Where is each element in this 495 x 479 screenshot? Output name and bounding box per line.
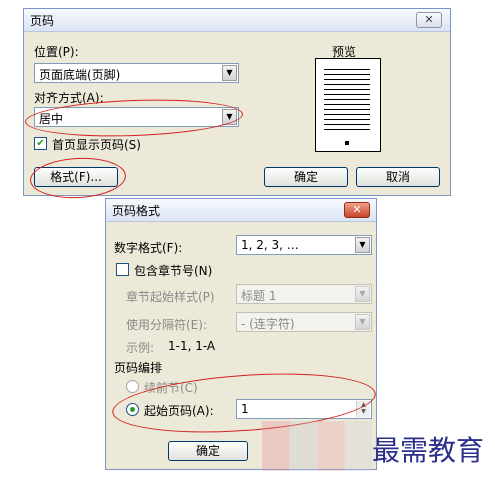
preview-line (324, 69, 370, 70)
preview-page-number (345, 141, 349, 145)
include-chapter-label: 包含章节号(N) (134, 264, 213, 278)
separator-value: - (连字符) (241, 317, 295, 331)
position-label: 位置(P): (34, 45, 79, 59)
example-label: 示例: (126, 341, 155, 355)
preview-line (324, 124, 370, 125)
chevron-down-icon: ▼ (355, 314, 370, 330)
preview-line (324, 104, 370, 105)
title-bar: 页码 ✕ (24, 9, 450, 32)
preview-line (324, 89, 370, 90)
separator-dropdown[interactable]: - (连字符) ▼ (236, 312, 372, 332)
close-icon: ✕ (352, 203, 362, 216)
number-format-value: 1, 2, 3, … (241, 238, 299, 252)
cancel-button-label: 取消 (385, 170, 410, 184)
separator-label: 使用分隔符(E): (126, 318, 207, 332)
preview-line (324, 74, 370, 75)
continue-radio[interactable] (126, 380, 139, 393)
close-button[interactable]: ✕ (416, 12, 442, 28)
chapter-style-value: 标题 1 (241, 289, 277, 303)
numbering-group-label: 页码编排 (114, 361, 163, 375)
watermark: 最需教育 (262, 415, 495, 479)
cancel-button[interactable]: 取消 (356, 167, 440, 187)
close-button[interactable]: ✕ (344, 202, 370, 218)
position-value: 页面底端(页脚) (39, 68, 121, 82)
watermark-text: 最需教育 (372, 434, 485, 467)
chevron-down-icon: ▼ (355, 237, 370, 253)
example-value: 1-1, 1-A (168, 339, 216, 353)
checkmark-icon: ✔ (36, 138, 45, 149)
preview-line (324, 94, 370, 95)
dialog-title: 页码 (30, 14, 55, 28)
ok-button[interactable]: 确定 (168, 441, 248, 461)
watermark-pattern (262, 421, 372, 471)
show-first-page-label: 首页显示页码(S) (52, 138, 141, 152)
chapter-style-label: 章节起始样式(P) (126, 290, 215, 304)
position-dropdown[interactable]: 页面底端(页脚) ▼ (34, 63, 239, 83)
show-first-page-checkbox[interactable]: ✔ (34, 137, 47, 150)
title-bar: 页码格式 ✕ (106, 199, 376, 222)
preview-page (315, 58, 381, 152)
chapter-style-dropdown[interactable]: 标题 1 ▼ (236, 284, 372, 304)
preview-line (324, 109, 370, 110)
preview-line (324, 114, 370, 115)
ok-button[interactable]: 确定 (264, 167, 348, 187)
preview-line (324, 79, 370, 80)
preview-line (324, 129, 370, 130)
preview-line (324, 99, 370, 100)
ok-button-label: 确定 (195, 444, 220, 458)
chevron-down-icon: ▼ (222, 65, 237, 81)
include-chapter-checkbox[interactable] (116, 263, 129, 276)
number-format-dropdown[interactable]: 1, 2, 3, … ▼ (236, 235, 372, 255)
close-icon: ✕ (424, 13, 434, 26)
dialog-title: 页码格式 (112, 204, 161, 218)
number-format-label: 数字格式(F): (114, 241, 183, 255)
ok-button-label: 确定 (293, 170, 318, 184)
preview-line (324, 119, 370, 120)
preview-line (324, 84, 370, 85)
chevron-down-icon: ▼ (355, 286, 370, 302)
